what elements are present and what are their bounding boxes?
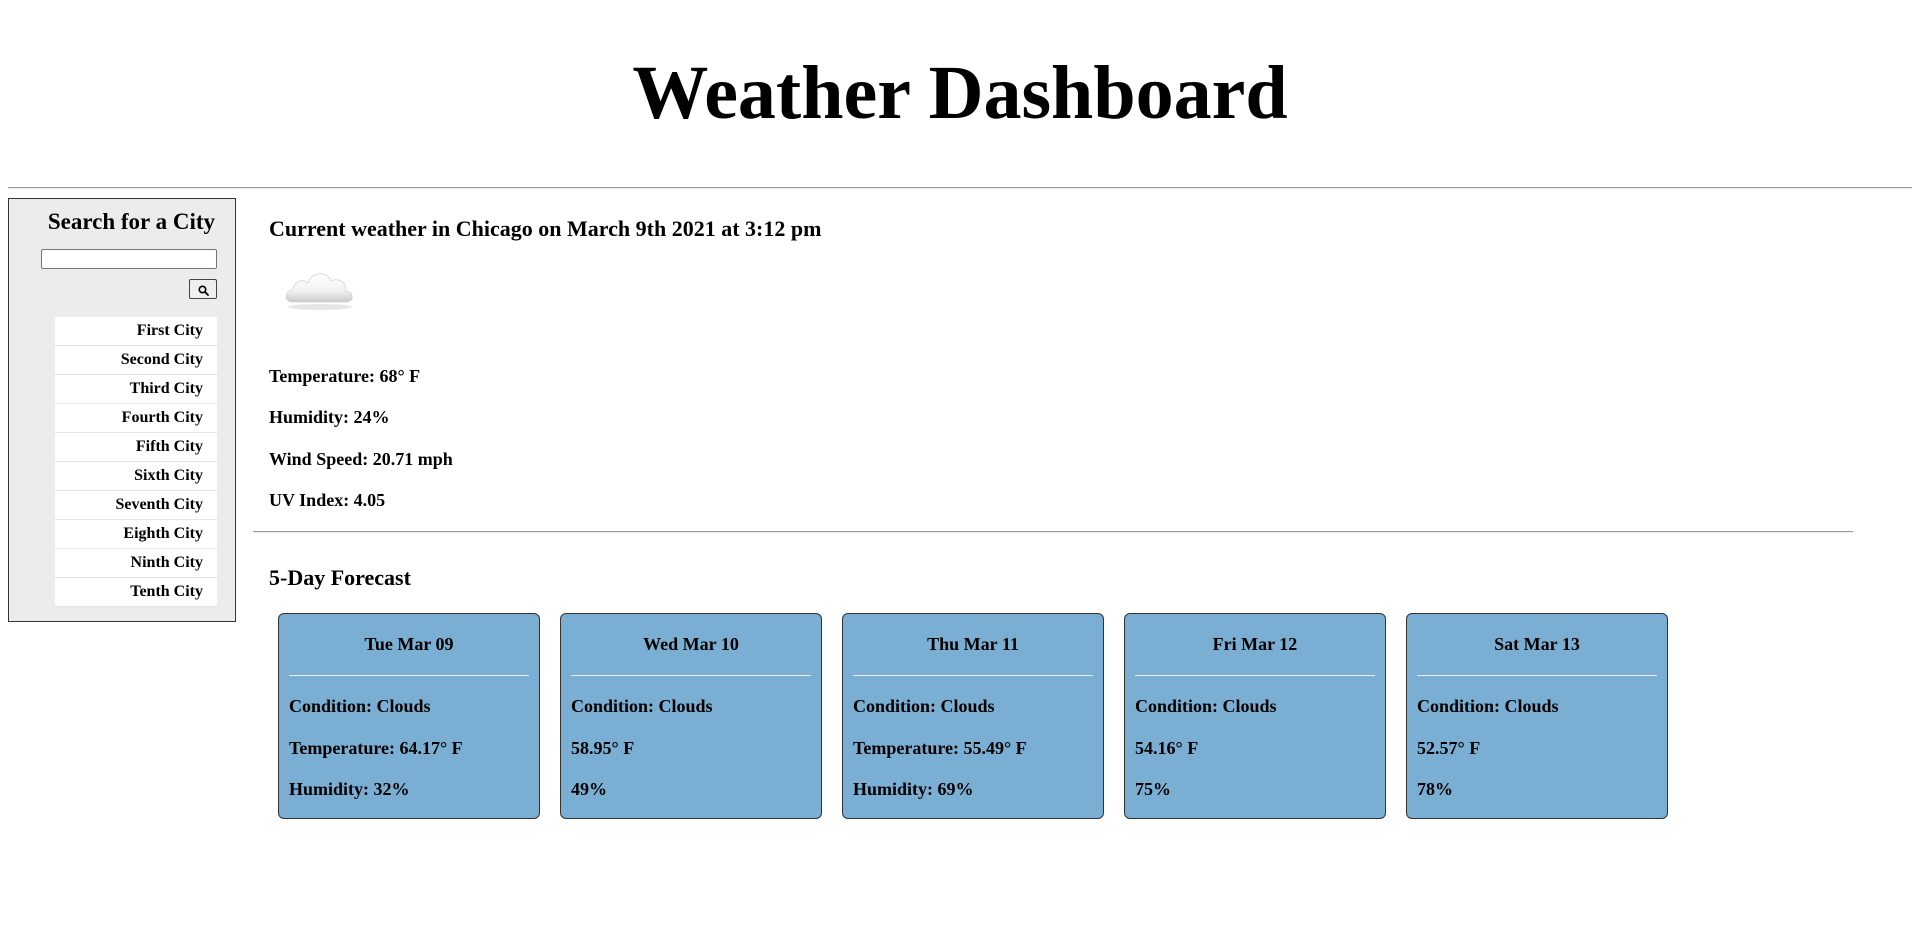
- current-uv-index: UV Index: 4.05: [269, 490, 386, 510]
- sidebar-title: Search for a City: [47, 209, 215, 234]
- city-search-input[interactable]: [41, 249, 217, 269]
- forecast-card: Wed Mar 10 Condition: Clouds 58.95° F 49…: [560, 613, 822, 819]
- forecast-humidity: Humidity: 32%: [289, 779, 410, 799]
- forecast-humidity: 49%: [571, 779, 607, 799]
- forecast-date: Fri Mar 12: [1212, 634, 1298, 654]
- forecast-humidity: 75%: [1135, 779, 1171, 799]
- current-wind-speed: Wind Speed: 20.71 mph: [269, 449, 453, 469]
- forecast-temperature: 58.95° F: [571, 738, 635, 758]
- current-temperature: Temperature: 68° F: [269, 366, 421, 386]
- city-item-fifth[interactable]: Fifth City: [55, 433, 217, 462]
- city-item-third[interactable]: Third City: [55, 375, 217, 404]
- search-icon: [197, 285, 209, 296]
- forecast-condition: Condition: Clouds: [289, 696, 431, 716]
- search-sidebar: Search for a City First City Second City…: [8, 198, 236, 622]
- forecast-temperature: 54.16° F: [1135, 738, 1199, 758]
- forecast-temperature: 52.57° F: [1417, 738, 1481, 758]
- card-divider: [1417, 675, 1657, 676]
- section-divider: [253, 531, 1853, 533]
- city-item-second[interactable]: Second City: [55, 346, 217, 375]
- forecast-date: Sat Mar 13: [1494, 634, 1580, 654]
- forecast-card: Thu Mar 11 Condition: Clouds Temperature…: [842, 613, 1104, 819]
- forecast-card: Fri Mar 12 Condition: Clouds 54.16° F 75…: [1124, 613, 1386, 819]
- forecast-humidity: Humidity: 69%: [853, 779, 974, 799]
- search-button[interactable]: [189, 279, 217, 299]
- page-title: Weather Dashboard: [632, 51, 1288, 135]
- card-divider: [571, 675, 811, 676]
- forecast-card: Tue Mar 09 Condition: Clouds Temperature…: [278, 613, 540, 819]
- header-divider: [8, 187, 1912, 189]
- forecast-temperature: Temperature: 55.49° F: [853, 738, 1027, 758]
- clouds-icon: [285, 273, 353, 310]
- current-humidity: Humidity: 24%: [269, 407, 390, 427]
- forecast-heading: 5-Day Forecast: [269, 565, 411, 590]
- forecast-date: Wed Mar 10: [643, 634, 739, 654]
- card-divider: [1135, 675, 1375, 676]
- card-divider: [289, 675, 529, 676]
- forecast-condition: Condition: Clouds: [853, 696, 995, 716]
- city-item-tenth[interactable]: Tenth City: [55, 578, 217, 607]
- forecast-condition: Condition: Clouds: [1135, 696, 1277, 716]
- forecast-date: Tue Mar 09: [364, 634, 454, 654]
- current-weather-heading: Current weather in Chicago on March 9th …: [269, 216, 822, 241]
- city-item-ninth[interactable]: Ninth City: [55, 549, 217, 578]
- city-history-list: First City Second City Third City Fourth…: [55, 317, 217, 607]
- city-item-sixth[interactable]: Sixth City: [55, 462, 217, 491]
- forecast-condition: Condition: Clouds: [571, 696, 713, 716]
- city-item-seventh[interactable]: Seventh City: [55, 491, 217, 520]
- city-item-fourth[interactable]: Fourth City: [55, 404, 217, 433]
- city-item-eighth[interactable]: Eighth City: [55, 520, 217, 549]
- forecast-condition: Condition: Clouds: [1417, 696, 1559, 716]
- city-item-first[interactable]: First City: [55, 317, 217, 346]
- forecast-date: Thu Mar 11: [927, 634, 1019, 654]
- forecast-card: Sat Mar 13 Condition: Clouds 52.57° F 78…: [1406, 613, 1668, 819]
- forecast-temperature: Temperature: 64.17° F: [289, 738, 463, 758]
- card-divider: [853, 675, 1093, 676]
- forecast-humidity: 78%: [1417, 779, 1453, 799]
